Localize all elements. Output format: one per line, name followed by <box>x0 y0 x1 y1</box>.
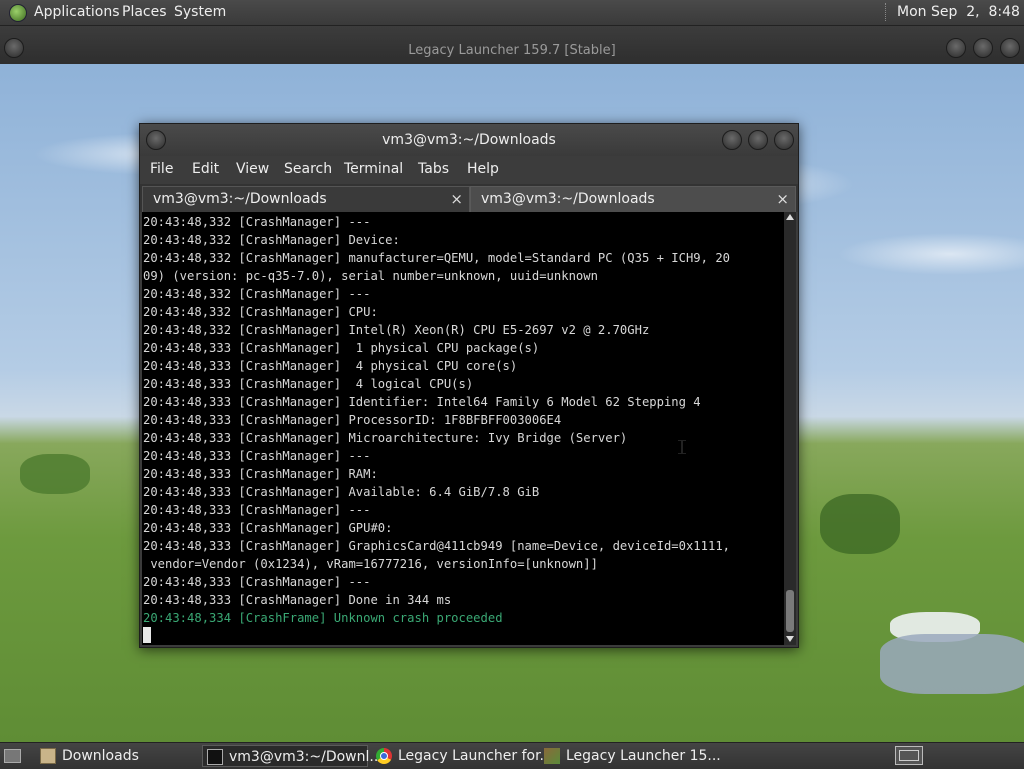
output-line: 20:43:48,333 [CrashManager] Available: 6… <box>143 485 540 499</box>
minimize-icon[interactable] <box>722 130 742 150</box>
menu-tabs[interactable]: Tabs <box>418 161 449 177</box>
folder-icon <box>40 748 56 764</box>
output-line: 20:43:48,332 [CrashManager] --- <box>143 215 371 229</box>
terminal-cursor <box>143 627 151 643</box>
taskbar-item-downloads[interactable]: Downloads <box>36 745 196 767</box>
taskbar-item-label: Downloads <box>62 748 139 764</box>
menu-search[interactable]: Search <box>284 161 332 177</box>
taskbar-item-label: Legacy Launcher 15... <box>566 748 721 764</box>
taskbar-item-browser[interactable]: Legacy Launcher for... <box>372 745 553 767</box>
output-line: 20:43:48,333 [CrashManager] 4 logical CP… <box>143 377 474 391</box>
tab-close-icon[interactable]: × <box>776 190 789 208</box>
water-patch <box>880 634 1024 694</box>
output-line: 20:43:48,333 [CrashManager] Identifier: … <box>143 395 701 409</box>
maximize-icon[interactable] <box>748 130 768 150</box>
tree-shape <box>20 454 90 494</box>
output-line: 20:43:48,332 [CrashManager] --- <box>143 287 371 301</box>
menu-file[interactable]: File <box>150 161 173 177</box>
output-line: 20:43:48,333 [CrashManager] Microarchite… <box>143 431 628 445</box>
output-line: 20:43:48,333 [CrashManager] --- <box>143 575 371 589</box>
output-line: 20:43:48,333 [CrashManager] ProcessorID:… <box>143 413 562 427</box>
output-line: 20:43:48,332 [CrashManager] Device: <box>143 233 400 247</box>
scrollbar-thumb[interactable] <box>786 590 794 632</box>
output-line: 20:43:48,333 [CrashManager] 4 physical C… <box>143 359 518 373</box>
output-line: 20:43:48,332 [CrashManager] manufacturer… <box>143 251 730 265</box>
tab-label: vm3@vm3:~/Downloads <box>153 191 327 207</box>
terminal-menubar: File Edit View Search Terminal Tabs Help <box>140 156 798 184</box>
tab-1[interactable]: vm3@vm3:~/Downloads × <box>142 186 470 212</box>
minimize-icon[interactable] <box>946 38 966 58</box>
menu-system[interactable]: System <box>174 4 226 20</box>
taskbar-item-terminal[interactable]: vm3@vm3:~/Downl... <box>202 745 383 767</box>
highlighted-output-line: 20:43:48,334 [CrashFrame] Unknown crash … <box>143 611 503 625</box>
scroll-up-arrow-icon[interactable] <box>786 214 794 220</box>
output-line: 20:43:48,333 [CrashManager] Done in 344 … <box>143 593 452 607</box>
panel-clock[interactable]: Mon Sep 2, 8:48 PM <box>897 4 1024 20</box>
terminal-icon <box>207 749 223 765</box>
gnome-foot-icon[interactable] <box>9 4 27 22</box>
output-line: 20:43:48,333 [CrashManager] 1 physical C… <box>143 341 540 355</box>
taskbar-item-launcher[interactable]: Legacy Launcher 15... <box>540 745 721 767</box>
terminal-scrollbar[interactable] <box>784 212 796 645</box>
menu-edit[interactable]: Edit <box>192 161 219 177</box>
taskbar-item-label: vm3@vm3:~/Downl... <box>229 749 383 765</box>
menu-places[interactable]: Places <box>122 4 167 20</box>
output-line: 20:43:48,333 [CrashManager] --- <box>143 503 371 517</box>
tab-label: vm3@vm3:~/Downloads <box>481 191 655 207</box>
output-line: 20:43:48,333 [CrashManager] --- <box>143 449 371 463</box>
terminal-tab-bar: vm3@vm3:~/Downloads × vm3@vm3:~/Download… <box>140 184 798 212</box>
mouse-ibeam-cursor-icon <box>678 440 686 454</box>
menu-applications[interactable]: Applications <box>34 4 120 20</box>
tab-close-icon[interactable]: × <box>450 190 463 208</box>
launcher-titlebar[interactable]: Legacy Launcher 159.7 [Stable] <box>0 26 1024 64</box>
chrome-icon <box>376 748 392 764</box>
panel-separator <box>885 3 888 21</box>
terminal-window: vm3@vm3:~/Downloads File Edit View Searc… <box>139 123 799 648</box>
bottom-taskbar: Downloads vm3@vm3:~/Downl... Legacy Laun… <box>0 742 1024 769</box>
menu-help[interactable]: Help <box>467 161 499 177</box>
menu-terminal[interactable]: Terminal <box>344 161 403 177</box>
terminal-titlebar[interactable]: vm3@vm3:~/Downloads <box>140 124 798 156</box>
top-panel: Applications Places System Mon Sep 2, 8:… <box>0 0 1024 26</box>
tab-2[interactable]: vm3@vm3:~/Downloads × <box>470 186 796 212</box>
maximize-icon[interactable] <box>973 38 993 58</box>
output-line: 20:43:48,333 [CrashManager] GraphicsCard… <box>143 539 730 553</box>
taskbar-item-label: Legacy Launcher for... <box>398 748 553 764</box>
output-line: 20:43:48,332 [CrashManager] CPU: <box>143 305 378 319</box>
menu-view[interactable]: View <box>236 161 269 177</box>
terminal-output[interactable]: 20:43:48,332 [CrashManager] --- 20:43:48… <box>142 212 784 645</box>
close-icon[interactable] <box>1000 38 1020 58</box>
minecraft-icon <box>544 748 560 764</box>
workspace-switcher[interactable] <box>895 746 923 765</box>
tree-shape <box>820 494 900 554</box>
output-line: 20:43:48,332 [CrashManager] Intel(R) Xeo… <box>143 323 650 337</box>
launcher-window-title: Legacy Launcher 159.7 [Stable] <box>408 43 616 58</box>
output-line: 09) (version: pc-q35-7.0), serial number… <box>143 269 598 283</box>
terminal-window-title: vm3@vm3:~/Downloads <box>382 132 556 148</box>
close-icon[interactable] <box>774 130 794 150</box>
show-desktop-icon[interactable] <box>4 749 21 763</box>
output-line: 20:43:48,333 [CrashManager] GPU#0: <box>143 521 393 535</box>
output-line: vendor=Vendor (0x1234), vRam=16777216, v… <box>143 557 598 571</box>
output-line: 20:43:48,333 [CrashManager] RAM: <box>143 467 378 481</box>
scroll-down-arrow-icon[interactable] <box>786 636 794 642</box>
